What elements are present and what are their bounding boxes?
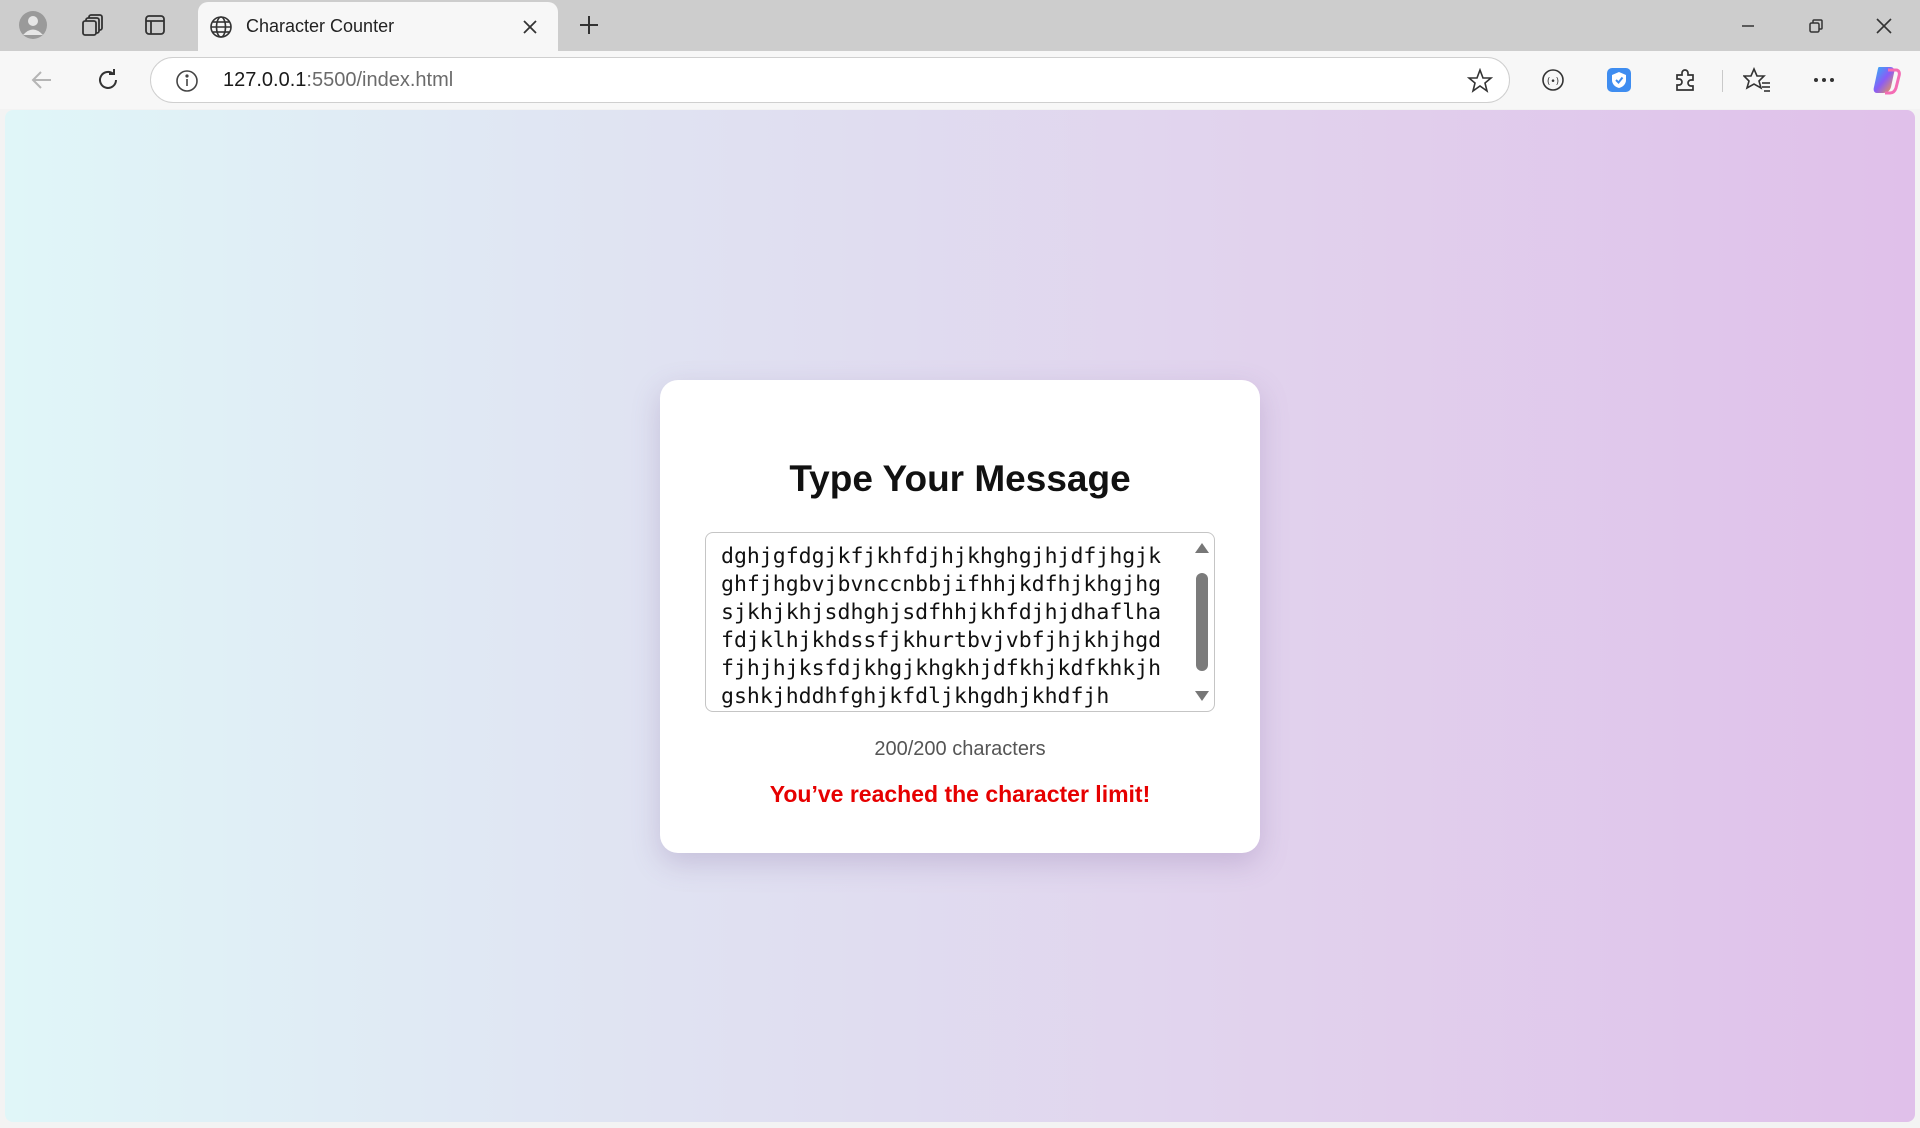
limit-warning: You’ve reached the character limit! (769, 781, 1151, 807)
favorites-icon[interactable] (1737, 60, 1777, 100)
tab-title: Character Counter (246, 16, 395, 36)
back-icon[interactable] (22, 60, 62, 100)
scroll-down-icon[interactable] (1195, 691, 1209, 701)
url-host: 127.0.0.1 (223, 69, 307, 91)
plus-icon[interactable] (572, 8, 606, 42)
svg-text:(•): (•) (1547, 77, 1559, 87)
address-bar[interactable]: 127.0.0.1:5500/index.html (150, 57, 1510, 103)
close-icon[interactable] (512, 9, 548, 45)
globe-icon (206, 12, 236, 42)
scrollbar-thumb[interactable] (1196, 573, 1208, 671)
profile-icon[interactable] (8, 8, 58, 42)
tab-strip: Character Counter (0, 0, 1920, 51)
message-textarea[interactable]: dghjgfdgjkfjkhfdjhjkhghgjhjdfjhgjkghfjhg… (705, 532, 1215, 712)
more-icon[interactable] (1804, 60, 1844, 100)
refresh-icon[interactable] (88, 60, 128, 100)
url-text[interactable]: 127.0.0.1:5500/index.html (223, 69, 453, 92)
info-icon[interactable] (175, 69, 199, 93)
url-path: :5500/index.html (306, 69, 454, 91)
extension-icon[interactable]: (•) (1533, 60, 1573, 100)
star-icon[interactable] (1467, 68, 1493, 94)
character-counter: 200/200 characters (874, 738, 1046, 760)
message-text[interactable]: dghjgfdgjkfjkhfdjhjkhghgjhjdfjhgjkghfjhg… (721, 543, 1171, 711)
shield-icon[interactable] (1599, 60, 1639, 100)
message-card: Type Your Message dghjgfdgjkfjkhfdjhjkhg… (660, 380, 1260, 853)
toolbar-divider (1722, 70, 1723, 92)
tab-character-counter[interactable]: Character Counter (198, 2, 558, 51)
page-title: Type Your Message (789, 458, 1131, 499)
minimize-icon[interactable] (1714, 0, 1782, 51)
workspaces-icon[interactable] (68, 8, 118, 42)
copilot-icon[interactable] (1866, 60, 1906, 100)
textarea-scrollbar[interactable] (1193, 539, 1211, 705)
scroll-up-icon[interactable] (1195, 543, 1209, 553)
puzzle-icon[interactable] (1665, 60, 1705, 100)
window-close-icon[interactable] (1850, 0, 1918, 51)
restore-icon[interactable] (1782, 0, 1850, 51)
tab-actions-icon[interactable] (130, 8, 180, 42)
toolbar: 127.0.0.1:5500/index.html (•) (0, 51, 1920, 109)
page-viewport: Type Your Message dghjgfdgjkfjkhfdjhjkhg… (5, 110, 1915, 1122)
